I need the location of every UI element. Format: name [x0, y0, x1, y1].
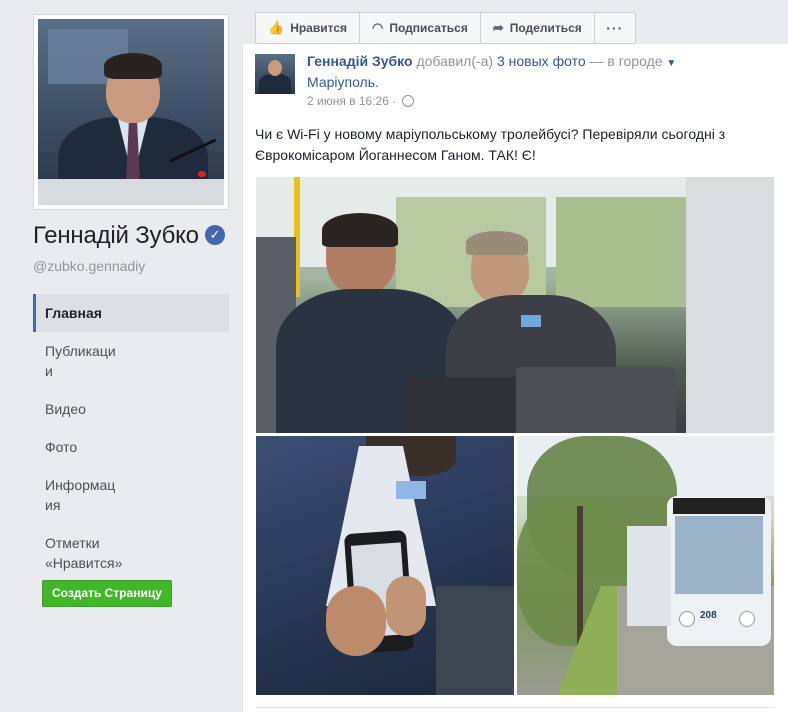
post-author-link[interactable]: Геннадій Зубко [307, 53, 413, 69]
post-header: Геннадій Зубко добавил(-а) 3 новых фото … [307, 52, 757, 92]
page-action-bar: 👍 Нравится ◠ Подписаться ➦ Поделиться ··· [255, 12, 636, 44]
profile-picture[interactable] [33, 14, 229, 210]
post-photo-phone-wifi[interactable] [256, 436, 514, 695]
post-card: Геннадій Зубко добавил(-а) 3 новых фото … [242, 44, 788, 712]
profile-name[interactable]: Геннадій Зубко ✓ [33, 222, 225, 250]
bus-number-label: 208 [700, 610, 717, 621]
share-button[interactable]: ➦ Поделиться [481, 13, 595, 43]
left-sidebar: Геннадій Зубко ✓ @zubko.gennadiy Главная … [0, 0, 242, 712]
nav-item-likes[interactable]: Отметки «Нравится» [33, 524, 143, 582]
globe-icon[interactable] [402, 94, 415, 107]
like-button[interactable]: 👍 Нравится [256, 13, 361, 43]
chevron-down-icon[interactable]: ▼ [666, 58, 676, 69]
post-timestamp[interactable]: 2 июня в 16:26 [307, 94, 389, 108]
verified-check-icon: ✓ [204, 224, 225, 245]
profile-photo-image [38, 19, 224, 205]
main-column: Геннадій Зубко добавил(-а) 3 новых фото … [242, 0, 788, 712]
rss-icon: ◠ [372, 20, 384, 35]
thumbs-up-icon: 👍 [268, 20, 285, 35]
profile-handle[interactable]: @zubko.gennadiy [33, 258, 145, 274]
nav-item-photos[interactable]: Фото [33, 428, 229, 466]
page-nav: Главная Публикации Видео Фото Информация… [33, 294, 229, 582]
nav-item-posts[interactable]: Публикации [33, 332, 133, 390]
nav-item-home[interactable]: Главная [33, 294, 229, 332]
post-divider [256, 707, 774, 708]
post-in-city-text: — в городе [589, 53, 663, 69]
nav-item-videos[interactable]: Видео [33, 390, 229, 428]
subscribe-button[interactable]: ◠ Подписаться [360, 13, 481, 43]
post-photos-link[interactable]: 3 новых фото [497, 53, 586, 69]
more-options-button[interactable]: ··· [595, 13, 635, 43]
create-page-button[interactable]: Создать Страницу [42, 580, 172, 607]
post-meta: 2 июня в 16:26 · [307, 94, 415, 108]
post-photo-trolleybus-street[interactable]: 208 [517, 436, 774, 695]
post-author-avatar[interactable] [255, 54, 295, 94]
post-photo-trolleybus-interior[interactable] [256, 177, 774, 433]
post-text: Чи є Wi-Fi у новому маріупольському трол… [255, 126, 726, 163]
share-arrow-icon: ➦ [492, 20, 504, 35]
nav-item-about[interactable]: Информация [33, 466, 133, 524]
post-city-link[interactable]: Маріуполь. [307, 74, 379, 90]
post-added-text: добавил(-а) [416, 53, 494, 69]
